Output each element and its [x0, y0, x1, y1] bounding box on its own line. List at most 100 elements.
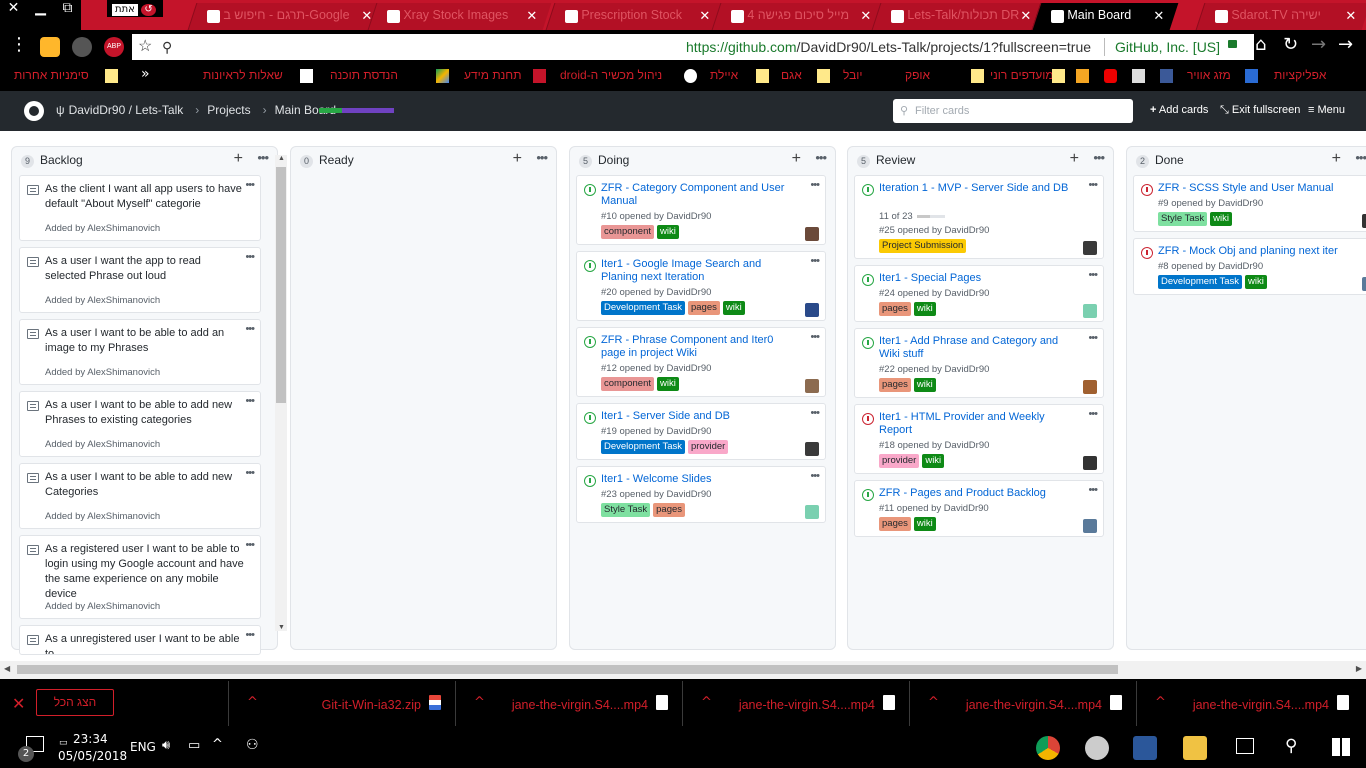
milestone[interactable]: 11 of 23	[879, 211, 945, 222]
issue-card[interactable]: Iter1 - Google Image Search and Planing …	[576, 251, 826, 321]
close-tab-icon[interactable]: ✕	[699, 3, 710, 28]
browser-tab[interactable]: Sdarot.TV ישירה ✕	[1195, 3, 1366, 30]
download-item[interactable]: ^ jane-the-virgin.S4....mp4	[682, 681, 909, 726]
windows-start-icon[interactable]	[1332, 738, 1350, 756]
other-bookmarks[interactable]: סימניות אחרות	[14, 68, 89, 82]
label[interactable]: wiki	[922, 454, 945, 468]
card-menu-icon[interactable]: •••	[245, 251, 255, 263]
issue-card[interactable]: ZFR - Phrase Component and Iter0 page in…	[576, 327, 826, 397]
issue-title[interactable]: ZFR - Pages and Product Backlog	[879, 487, 1073, 500]
reload-icon[interactable]: ↻	[1283, 34, 1298, 55]
extension-icon[interactable]	[40, 37, 60, 57]
bookmark-folder[interactable]: אגם	[781, 68, 802, 82]
language-indicator[interactable]: ENG	[130, 740, 156, 754]
issue-title[interactable]: ZFR - Category Component and User Manual	[601, 182, 795, 208]
issue-title[interactable]: Iter1 - Special Pages	[879, 272, 1073, 285]
issue-title[interactable]: Iter1 - Add Phrase and Category and Wiki…	[879, 335, 1073, 361]
menu-button[interactable]: ≡ Menu	[1308, 104, 1345, 116]
download-item[interactable]: ^ Git-it-Win-ia32.zip	[228, 681, 455, 726]
label[interactable]: provider	[879, 454, 920, 468]
browser-tab[interactable]: תרגם - חיפוש ב-Google ✕	[187, 3, 387, 30]
bookmark-apps[interactable]: אפליקציות	[1274, 68, 1326, 82]
close-downloads-icon[interactable]: ✕	[12, 694, 25, 713]
close-tab-icon[interactable]: ✕	[1020, 3, 1031, 28]
assignee-avatar[interactable]	[1362, 214, 1366, 228]
adblock-icon[interactable]: ABP	[104, 37, 124, 57]
issue-card[interactable]: ZFR - Pages and Product Backlog ••• #11 op…	[854, 480, 1104, 537]
add-card-icon[interactable]: +	[792, 150, 801, 168]
card-menu-icon[interactable]: •••	[810, 179, 820, 191]
assignee-avatar[interactable]	[1083, 456, 1097, 470]
label[interactable]: pages	[879, 302, 911, 316]
browser-tab[interactable]: Lets-Talk/תכולות DR ✕	[871, 3, 1046, 30]
issue-title[interactable]: Iter1 - Google Image Search and Planing …	[601, 258, 795, 284]
note-card[interactable]: As the client I want all app users to ha…	[19, 175, 261, 241]
scroll-down-icon[interactable]: ▼	[278, 624, 285, 631]
search-icon[interactable]: ⚲	[1285, 736, 1297, 756]
close-window-button[interactable]: ✕	[0, 0, 27, 17]
exit-fullscreen-button[interactable]: ⤡ Exit fullscreen	[1220, 104, 1300, 117]
horizontal-scrollbar[interactable]: ◀ ▶	[0, 661, 1366, 679]
issue-title[interactable]: ZFR - Mock Obj and planing next iter	[1158, 245, 1352, 258]
assignee-avatar[interactable]	[805, 227, 819, 241]
issue-card[interactable]: Iter1 - Special Pages ••• #24 opened by Da…	[854, 265, 1104, 322]
label[interactable]: Development Task	[601, 440, 685, 454]
add-card-icon[interactable]: +	[1332, 150, 1341, 168]
chevron-up-icon[interactable]: ^	[474, 695, 485, 710]
issue-title[interactable]: ZFR - SCSS Style and User Manual	[1158, 182, 1352, 195]
omnibox[interactable]: ☆ ⚲ https://github.com/DavidDr90/Lets-Ta…	[132, 34, 1254, 60]
issue-title[interactable]: Iteration 1 - MVP - Server Side and DB	[879, 182, 1073, 195]
add-card-icon[interactable]: +	[1070, 150, 1079, 168]
label[interactable]: component	[601, 377, 655, 391]
download-item[interactable]: ^ jane-the-virgin.S4....mp4	[909, 681, 1136, 726]
label[interactable]: pages	[879, 517, 911, 531]
chrome-icon[interactable]	[1036, 736, 1060, 760]
bookmark-link[interactable]: תחנת מידע	[464, 68, 521, 82]
github-logo-icon[interactable]	[24, 101, 44, 121]
more-menu-icon[interactable]: ⋮	[10, 34, 28, 55]
scroll-right-icon[interactable]: ▶	[1356, 664, 1362, 673]
bookmark-link[interactable]: ניהול מכשיר ה-droid	[560, 68, 662, 82]
scrollbar-thumb[interactable]	[17, 665, 1118, 674]
card-menu-icon[interactable]: •••	[245, 395, 255, 407]
issue-card[interactable]: Iter1 - HTML Provider and Weekly Report •…	[854, 404, 1104, 474]
card-menu-icon[interactable]: •••	[245, 629, 255, 641]
paint-icon[interactable]	[1085, 736, 1109, 760]
label[interactable]: wiki	[913, 302, 936, 316]
label[interactable]: wiki	[722, 301, 745, 315]
chevron-up-icon[interactable]: ^	[701, 695, 712, 710]
issue-title[interactable]: Iter1 - HTML Provider and Weekly Report	[879, 411, 1073, 437]
label[interactable]: wiki	[913, 517, 936, 531]
back-icon[interactable]: →	[1338, 34, 1353, 55]
assignee-avatar[interactable]	[1083, 519, 1097, 533]
issue-card[interactable]: ZFR - Mock Obj and planing next iter•••#…	[1133, 238, 1366, 295]
bookmark-folder[interactable]: אופק	[905, 68, 930, 82]
profile-button[interactable]: אתת ↺	[107, 0, 163, 17]
card-menu-icon[interactable]: •••	[1088, 484, 1098, 496]
column-menu-icon[interactable]: •••	[257, 150, 269, 165]
assignee-avatar[interactable]	[1083, 304, 1097, 318]
tab-active[interactable]: Main Board ✕	[1031, 3, 1179, 30]
download-item[interactable]: ^ jane-the-virgin.S4....mp4	[455, 681, 682, 726]
chevron-up-icon[interactable]: ^	[247, 695, 258, 710]
note-card[interactable]: As a unregistered user I want to be able…	[19, 625, 261, 655]
label[interactable]: Style Task	[601, 503, 651, 517]
issue-card[interactable]: ZFR - SCSS Style and User Manual•••#9 op…	[1133, 175, 1366, 232]
minimize-window-button[interactable]: ▁	[27, 0, 54, 17]
bookmark-folder[interactable]: מועדפים רוני	[990, 68, 1054, 82]
more-bookmarks-icon[interactable]: »	[141, 66, 150, 82]
note-card[interactable]: As a user I want the app to read selecte…	[19, 247, 261, 313]
download-item[interactable]: ^ jane-the-virgin.S4....mp4	[1136, 681, 1363, 726]
card-menu-icon[interactable]: •••	[245, 179, 255, 191]
extension-icon[interactable]	[72, 37, 92, 57]
label[interactable]: wiki	[913, 378, 936, 392]
card-menu-icon[interactable]: •••	[245, 539, 255, 551]
note-card[interactable]: As a registered user I want to be able t…	[19, 535, 261, 619]
column-menu-icon[interactable]: •••	[815, 150, 827, 165]
scrollbar-thumb[interactable]	[276, 167, 286, 403]
word-icon[interactable]	[1133, 736, 1157, 760]
card-menu-icon[interactable]: •••	[1088, 332, 1098, 344]
card-menu-icon[interactable]: •••	[245, 323, 255, 335]
issue-title[interactable]: Iter1 - Welcome Slides	[601, 473, 795, 486]
file-explorer-icon[interactable]	[1183, 736, 1207, 760]
